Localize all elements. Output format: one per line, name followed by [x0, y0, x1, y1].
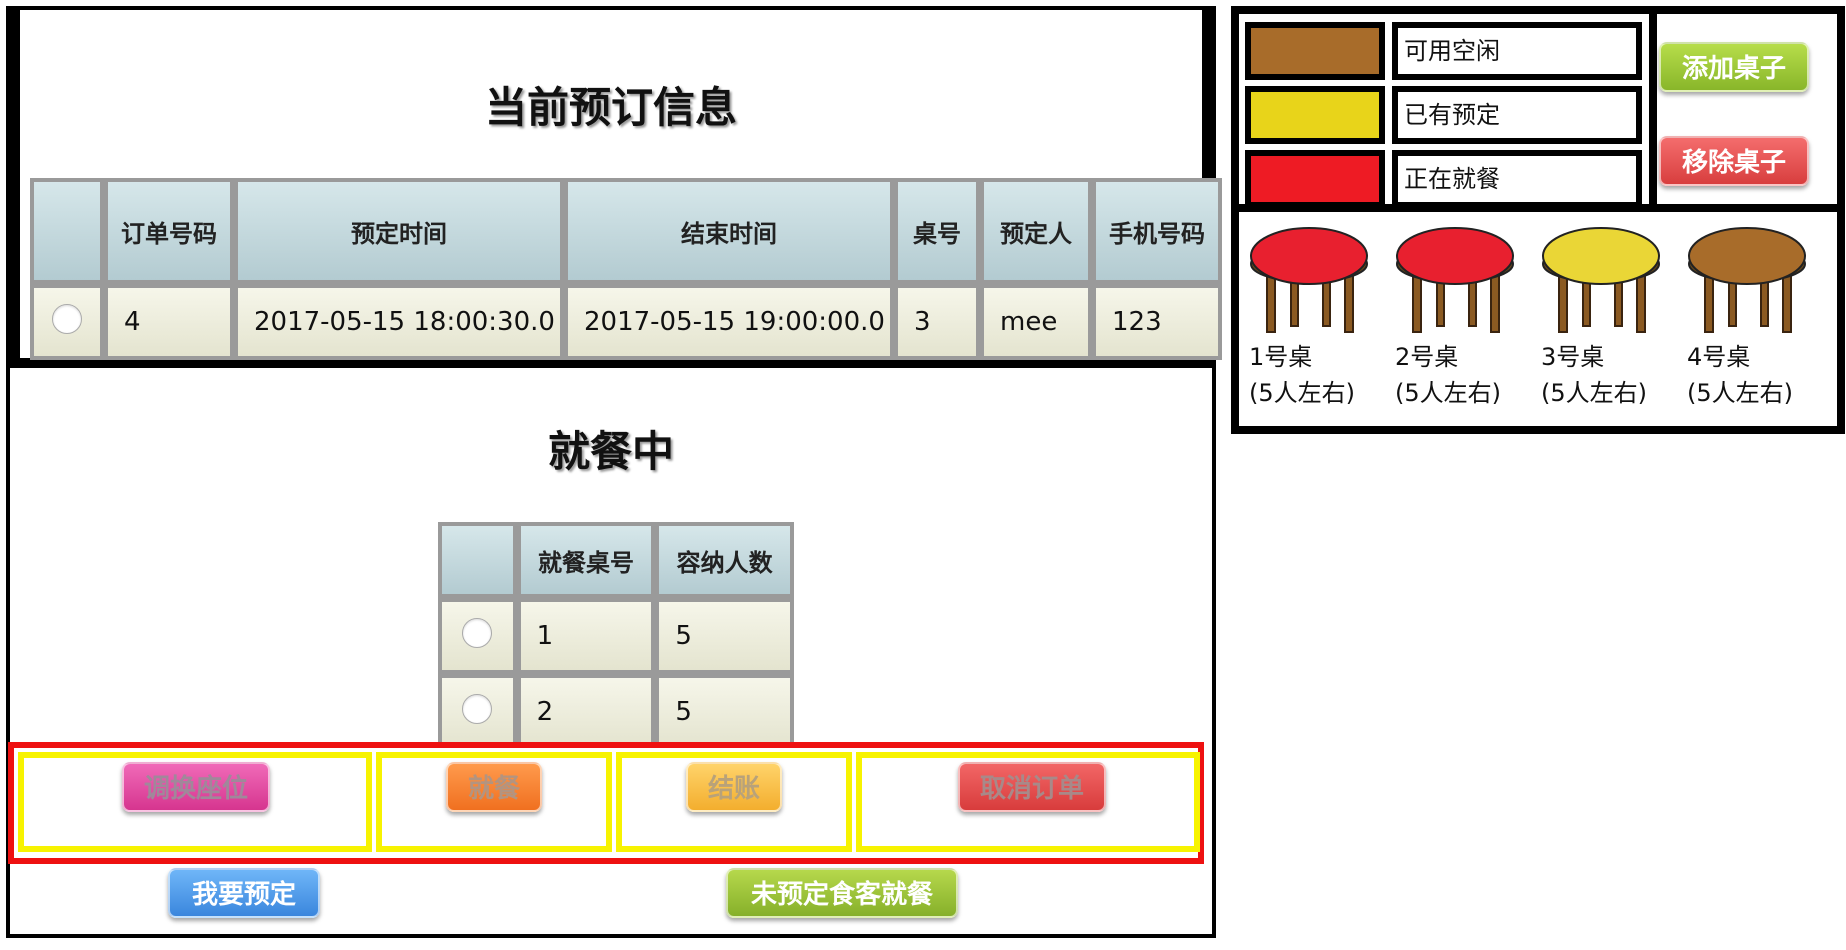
cancel-order-button[interactable]: 取消订单 [958, 762, 1106, 812]
reservation-title: 当前预订信息 [484, 83, 737, 132]
order-no-cell: 4 [104, 284, 234, 360]
reserver-cell: mee [980, 284, 1092, 360]
checkout-button[interactable]: 结账 [686, 762, 782, 812]
capacity-column-header: 容纳人数 [655, 522, 794, 598]
phone-cell: 123 [1092, 284, 1222, 360]
table-capacity: (5人左右) [1687, 379, 1793, 407]
phone-column-header: 手机号码 [1092, 178, 1222, 284]
reserved-color-swatch [1245, 86, 1385, 144]
table-name: 4号桌 [1687, 343, 1751, 371]
dining-table: 就餐桌号 容纳人数 1 5 2 5 [438, 522, 794, 750]
table-icon [1542, 227, 1660, 333]
select-column-header [30, 178, 104, 284]
end-time-column-header: 结束时间 [564, 178, 894, 284]
action-bar: 调换座位 就餐 结账 取消订单 [8, 742, 1204, 864]
start-time-column-header: 预定时间 [234, 178, 564, 284]
table-4[interactable]: 4号桌 (5人左右) [1685, 220, 1825, 410]
dine-cell: 就餐 [376, 752, 612, 852]
start-time-cell: 2017-05-15 18:00:30.0 [234, 284, 564, 360]
available-legend-label: 可用空闲 [1392, 22, 1642, 80]
table-capacity: (5人左右) [1249, 379, 1355, 407]
dining-table-no-column-header: 就餐桌号 [516, 522, 656, 598]
row-select-cell[interactable] [438, 598, 517, 674]
table-row[interactable]: 4 2017-05-15 18:00:30.0 2017-05-15 19:00… [30, 284, 1222, 360]
select-column-header [438, 522, 517, 598]
remove-table-button[interactable]: 移除桌子 [1659, 136, 1809, 186]
row-select-cell[interactable] [30, 284, 104, 360]
legend-panel: 可用空闲 已有预定 正在就餐 添加桌子 移除桌子 [1231, 6, 1845, 212]
capacity-cell: 5 [655, 674, 794, 750]
end-time-cell: 2017-05-15 19:00:00.0 [564, 284, 894, 360]
reservation-header-row: 订单号码 预定时间 结束时间 桌号 预定人 手机号码 [30, 178, 1222, 284]
reserve-button[interactable]: 我要预定 [168, 868, 320, 918]
table-row[interactable]: 2 5 [438, 674, 794, 750]
reservation-table: 订单号码 预定时间 结束时间 桌号 预定人 手机号码 4 2017-05-15 … [30, 178, 1222, 360]
reservation-section: 当前预订信息 订单号码 预定时间 结束时间 桌号 预定人 手机号码 4 2017… [10, 10, 1222, 368]
swap-seat-cell: 调换座位 [18, 752, 372, 852]
reserver-column-header: 预定人 [980, 178, 1092, 284]
row-radio[interactable] [462, 693, 493, 724]
table-3[interactable]: 3号桌 (5人左右) [1539, 220, 1679, 410]
checkout-cell: 结账 [616, 752, 852, 852]
table-no-column-header: 桌号 [894, 178, 980, 284]
table-1[interactable]: 1号桌 (5人左右) [1247, 220, 1387, 410]
add-table-button[interactable]: 添加桌子 [1659, 42, 1809, 92]
dining-header-row: 就餐桌号 容纳人数 [438, 522, 794, 598]
table-capacity: (5人左右) [1395, 379, 1501, 407]
table-icon [1396, 227, 1514, 333]
table-icon [1688, 227, 1806, 333]
table-capacity: (5人左右) [1541, 379, 1647, 407]
tables-panel: 1号桌 (5人左右) 2号桌 (5人左右) 3号桌 (5人左右) 4号桌 (5人… [1231, 204, 1845, 434]
dining-table-no-cell: 1 [516, 598, 656, 674]
dining-legend-label: 正在就餐 [1392, 150, 1642, 208]
legend-divider [1649, 14, 1657, 204]
row-radio[interactable] [462, 617, 493, 648]
walkin-dine-button[interactable]: 未预定食客就餐 [726, 868, 958, 918]
swap-seat-button[interactable]: 调换座位 [122, 762, 270, 812]
table-name: 1号桌 [1249, 343, 1313, 371]
available-color-swatch [1245, 22, 1385, 80]
table-icon [1250, 227, 1368, 333]
cancel-order-cell: 取消订单 [856, 752, 1200, 852]
dine-button[interactable]: 就餐 [446, 762, 542, 812]
row-radio[interactable] [52, 303, 82, 334]
order-no-column-header: 订单号码 [104, 178, 234, 284]
reserved-legend-label: 已有预定 [1392, 86, 1642, 144]
table-name: 3号桌 [1541, 343, 1605, 371]
dining-color-swatch [1245, 150, 1385, 208]
dining-table-no-cell: 2 [516, 674, 656, 750]
capacity-cell: 5 [655, 598, 794, 674]
table-2[interactable]: 2号桌 (5人左右) [1393, 220, 1533, 410]
table-name: 2号桌 [1395, 343, 1459, 371]
dining-title: 就餐中 [547, 427, 674, 476]
table-row[interactable]: 1 5 [438, 598, 794, 674]
table-no-cell: 3 [894, 284, 980, 360]
row-select-cell[interactable] [438, 674, 517, 750]
